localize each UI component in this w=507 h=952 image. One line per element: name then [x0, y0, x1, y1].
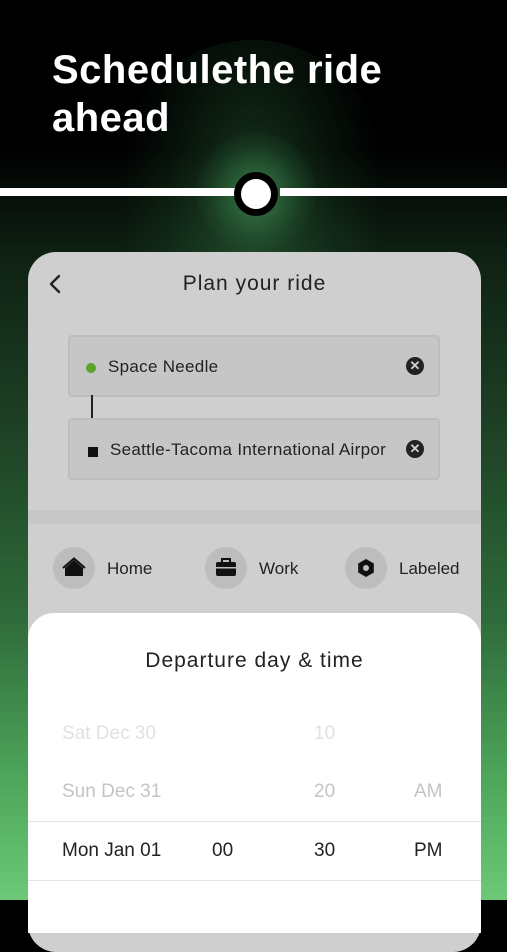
dropoff-label: Seattle-Tacoma International Airpor: [110, 440, 387, 459]
home-icon: [53, 547, 95, 589]
clear-icon[interactable]: ✕: [406, 357, 424, 375]
dropoff-field[interactable]: Seattle-Tacoma International Airpor ✕: [68, 418, 440, 480]
section-divider: [28, 510, 481, 524]
tag-icon: [345, 547, 387, 589]
picker-ampm[interactable]: AM: [414, 781, 443, 803]
pickup-label: Space Needle: [108, 357, 219, 376]
quick-place-label: Work: [259, 559, 299, 578]
departure-sheet: Departure day & time Sat Dec 30 10 Sun D…: [28, 613, 481, 933]
picker-minute[interactable]: 20: [314, 781, 335, 803]
picker-ampm[interactable]: PM: [414, 840, 443, 862]
headline: Schedulethe ride ahead: [52, 48, 383, 140]
page-title: Plan your ride: [182, 272, 327, 295]
picker-day[interactable]: Mon Jan 01: [62, 840, 161, 862]
clear-icon[interactable]: ✕: [406, 440, 424, 458]
timeline-knob: [241, 179, 271, 209]
picker-row[interactable]: Sat Dec 30 10: [28, 705, 481, 763]
sheet-title: Departure day & time: [145, 649, 364, 672]
picker-day[interactable]: Sat Dec 30: [62, 723, 156, 745]
timeline-line-right: [280, 188, 507, 196]
quick-place-label: Home: [107, 559, 153, 578]
top-bar: Plan your ride: [28, 252, 481, 316]
picker-day[interactable]: Sun Dec 31: [62, 781, 161, 803]
pickup-marker-icon: [86, 363, 96, 373]
picker-minute[interactable]: 30: [314, 840, 335, 862]
pickup-field[interactable]: Space Needle ✕: [68, 335, 440, 397]
picker-row[interactable]: Sun Dec 31 20 AM: [28, 763, 481, 821]
quick-place-label: Labeled: [399, 559, 460, 578]
picker-row-selected[interactable]: Mon Jan 01 00 30 PM: [28, 821, 481, 881]
picker-hour[interactable]: 00: [212, 840, 233, 862]
dropoff-marker-icon: [88, 447, 98, 457]
briefcase-icon: [205, 547, 247, 589]
picker-minute[interactable]: 10: [314, 723, 335, 745]
timeline-line-left: [0, 188, 240, 196]
